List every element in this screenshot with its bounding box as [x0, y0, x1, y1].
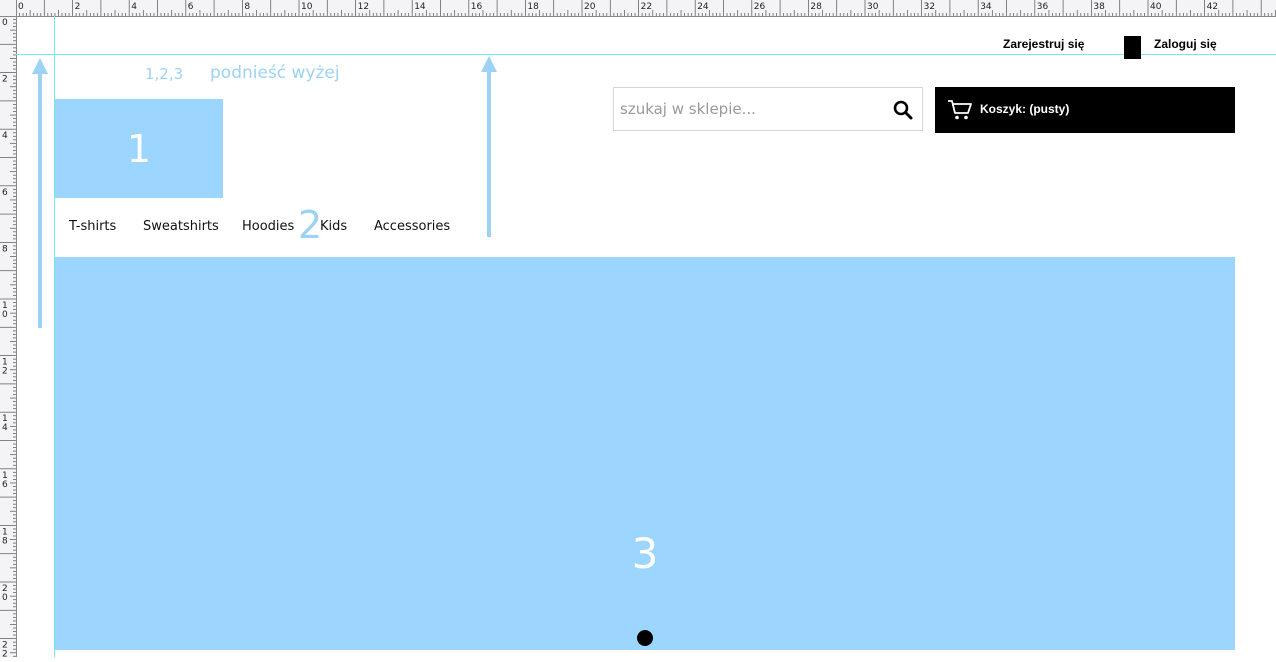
left-ruler: 0246810121416182022	[0, 0, 17, 660]
user-icon	[1124, 36, 1141, 59]
ruler-label: 0	[2, 18, 8, 28]
ruler-label: 38	[1093, 2, 1105, 12]
ruler-label: 6	[188, 2, 194, 12]
ruler-label: 28	[810, 2, 822, 12]
nav-marker-2: 2	[298, 203, 323, 247]
ruler-label: 14	[414, 2, 426, 12]
annotation-note: podnieść wyżej	[210, 63, 340, 83]
nav-item-tshirts[interactable]: T-shirts	[69, 219, 116, 234]
block3-number: 3	[631, 529, 659, 578]
ruler-label: 40	[1150, 2, 1162, 12]
ruler-label: 24	[697, 2, 709, 12]
ruler-label: 0	[2, 593, 8, 603]
login-link[interactable]: Zaloguj się	[1154, 37, 1217, 51]
ruler-label: 32	[924, 2, 935, 12]
ruler-label: 36	[1037, 2, 1049, 12]
ruler-label: 18	[527, 2, 539, 12]
annotation-items: 1,2,3	[145, 65, 184, 83]
nav-item-kids[interactable]: Kids	[320, 219, 347, 234]
ruler-label: 2	[75, 2, 81, 12]
nav-item-hoodies[interactable]: Hoodies	[242, 219, 294, 234]
ruler-label: 8	[2, 536, 8, 546]
ruler-label: 8	[2, 244, 8, 254]
slider-dot[interactable]	[637, 630, 653, 646]
ruler-label: 16	[471, 2, 483, 12]
top-ruler-ticks: 0 2 4 6 8 10 12 14 16 18 20 22 24 26 28 30 32 34 36 38 40 42	[15, 0, 1276, 16]
ruler-label: 6	[2, 188, 8, 198]
ruler-label: 10	[301, 2, 313, 12]
ruler-label: 12	[358, 2, 369, 12]
ruler-label: 2	[2, 75, 8, 85]
ruler-label: 30	[867, 2, 879, 12]
ruler-corner	[0, 0, 17, 17]
search-input[interactable]	[620, 88, 880, 130]
ruler-label: 2	[2, 650, 8, 657]
ruler-label: 2	[2, 367, 8, 377]
ruler-label: 8	[244, 2, 250, 12]
cart-label: Koszyk: (pusty)	[980, 102, 1070, 116]
ruler-label: 0	[2, 310, 8, 320]
search-box	[613, 87, 923, 131]
register-link[interactable]: Zarejestruj się	[1003, 37, 1084, 51]
ruler-label: 26	[754, 2, 766, 12]
up-arrow-right	[481, 56, 497, 237]
top-ruler: 0 2 4 6 8 10 12 14 16 18 20 22 24 26 28 30 32 34 36 38 40 42	[0, 0, 1276, 17]
block1-number: 1	[126, 126, 152, 171]
ruler-label: 4	[131, 2, 137, 12]
ruler-label: 34	[980, 2, 992, 12]
search-icon[interactable]	[892, 99, 914, 121]
ruler-label: 0	[18, 2, 24, 12]
up-arrow-left	[32, 58, 48, 328]
nav-item-accessories[interactable]: Accessories	[374, 219, 450, 234]
banner-placeholder: 3	[55, 257, 1235, 650]
ruler-label: 42	[1207, 2, 1218, 12]
horizontal-guide	[16, 54, 1276, 55]
logo-placeholder: 1	[55, 99, 223, 198]
ruler-label: 20	[584, 2, 596, 12]
ruler-label: 4	[2, 131, 8, 141]
left-ruler-ticks: 0246810121416182022	[0, 15, 16, 660]
cart-icon	[948, 100, 972, 120]
ruler-label: 22	[641, 2, 652, 12]
ruler-label: 6	[2, 480, 8, 490]
ruler-label: 4	[2, 423, 8, 433]
cart-button[interactable]: Koszyk: (pusty)	[935, 87, 1235, 133]
nav-item-sweatshirts[interactable]: Sweatshirts	[143, 219, 219, 234]
